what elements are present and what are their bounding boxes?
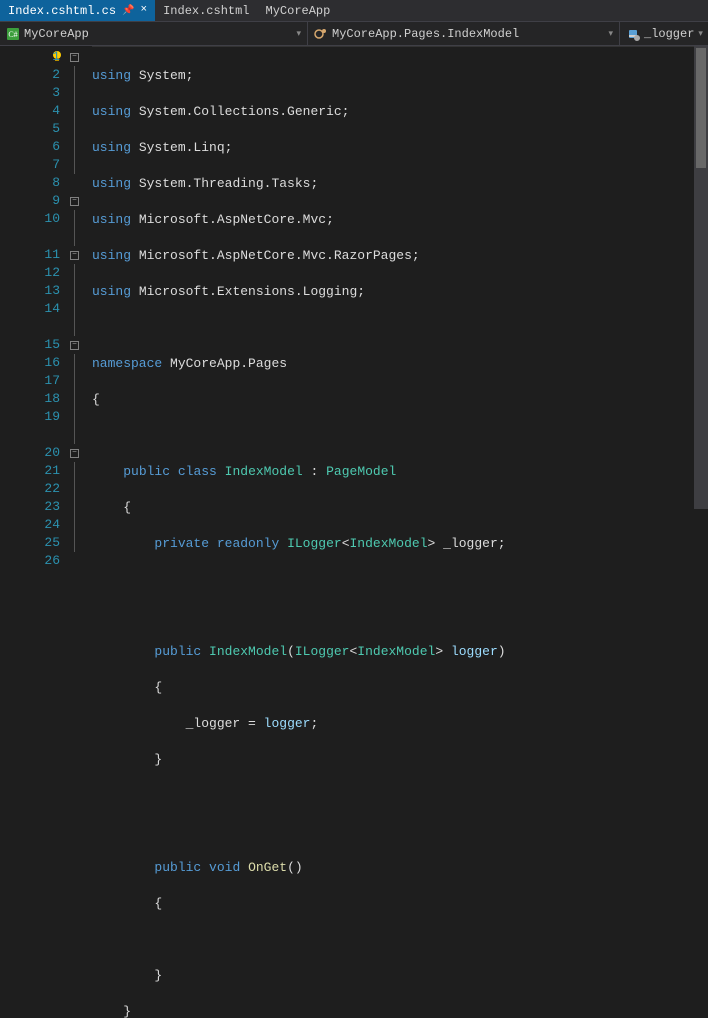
nav-member-dropdown[interactable]: _logger ▾ <box>620 22 708 45</box>
tab-mycoreapp[interactable]: MyCoreApp <box>258 0 339 21</box>
tab-label: MyCoreApp <box>266 4 331 18</box>
fold-toggle[interactable]: − <box>70 197 79 206</box>
line-number: 24 <box>0 516 60 534</box>
nav-project-label: MyCoreApp <box>24 27 89 41</box>
tab-index-cshtml-cs[interactable]: Index.cshtml.cs 📌 × <box>0 0 155 21</box>
line-number: 4 <box>0 102 60 120</box>
line-number: 21 <box>0 462 60 480</box>
line-number: 12 <box>0 264 60 282</box>
nav-class-label: MyCoreApp.Pages.IndexModel <box>332 27 519 41</box>
line-number: 19 <box>0 408 60 426</box>
fold-toggle[interactable]: − <box>70 251 79 260</box>
line-number: 7 <box>0 156 60 174</box>
line-number: 11 <box>0 246 60 264</box>
chevron-down-icon: ▾ <box>608 29 613 39</box>
line-number: 9 <box>0 192 60 210</box>
field-icon <box>626 27 640 41</box>
chevron-down-icon: ▾ <box>296 29 301 39</box>
line-number: 17 <box>0 372 60 390</box>
line-number: 5 <box>0 120 60 138</box>
line-number: 13 <box>0 282 60 300</box>
tab-label: Index.cshtml <box>163 4 249 18</box>
tab-label: Index.cshtml.cs <box>8 4 116 18</box>
line-number: 3 <box>0 84 60 102</box>
fold-toggle[interactable]: − <box>70 53 79 62</box>
close-icon[interactable]: × <box>140 5 147 16</box>
line-number: 10 <box>0 210 60 228</box>
line-number: 25 <box>0 534 60 552</box>
svg-text:C#: C# <box>8 30 17 39</box>
navigation-bar: C# MyCoreApp ▾ MyCoreApp.Pages.IndexMode… <box>0 22 708 46</box>
scrollbar-thumb[interactable] <box>696 48 706 168</box>
line-number: 1 <box>0 48 60 66</box>
nav-project-dropdown[interactable]: C# MyCoreApp ▾ <box>0 22 308 45</box>
code-area[interactable]: using System; using System.Collections.G… <box>92 46 708 509</box>
line-number: 16 <box>0 354 60 372</box>
line-number-gutter: 1 2 3 4 5 6 7 8 9 10 11 12 13 14 15 16 1… <box>0 46 70 509</box>
line-number: 15 <box>0 336 60 354</box>
nav-class-dropdown[interactable]: MyCoreApp.Pages.IndexModel ▾ <box>308 22 620 45</box>
line-number: 14 <box>0 300 60 318</box>
tab-index-cshtml[interactable]: Index.cshtml <box>155 0 257 21</box>
nav-member-label: _logger <box>644 27 694 41</box>
line-number: 18 <box>0 390 60 408</box>
line-number: 2 <box>0 66 60 84</box>
fold-toggle[interactable]: − <box>70 341 79 350</box>
line-number: 8 <box>0 174 60 192</box>
fold-gutter: − − − − − <box>70 46 92 509</box>
line-number: 6 <box>0 138 60 156</box>
line-number: 26 <box>0 552 60 570</box>
vertical-scrollbar[interactable] <box>694 46 708 509</box>
line-number: 22 <box>0 480 60 498</box>
pin-icon[interactable]: 📌 <box>122 5 134 17</box>
class-icon <box>314 27 328 41</box>
fold-toggle[interactable]: − <box>70 449 79 458</box>
tab-bar: Index.cshtml.cs 📌 × Index.cshtml MyCoreA… <box>0 0 708 22</box>
line-number: 23 <box>0 498 60 516</box>
line-number: 20 <box>0 444 60 462</box>
csharp-project-icon: C# <box>6 27 20 41</box>
code-editor[interactable]: 1 2 3 4 5 6 7 8 9 10 11 12 13 14 15 16 1… <box>0 46 708 509</box>
chevron-down-icon: ▾ <box>698 29 703 39</box>
